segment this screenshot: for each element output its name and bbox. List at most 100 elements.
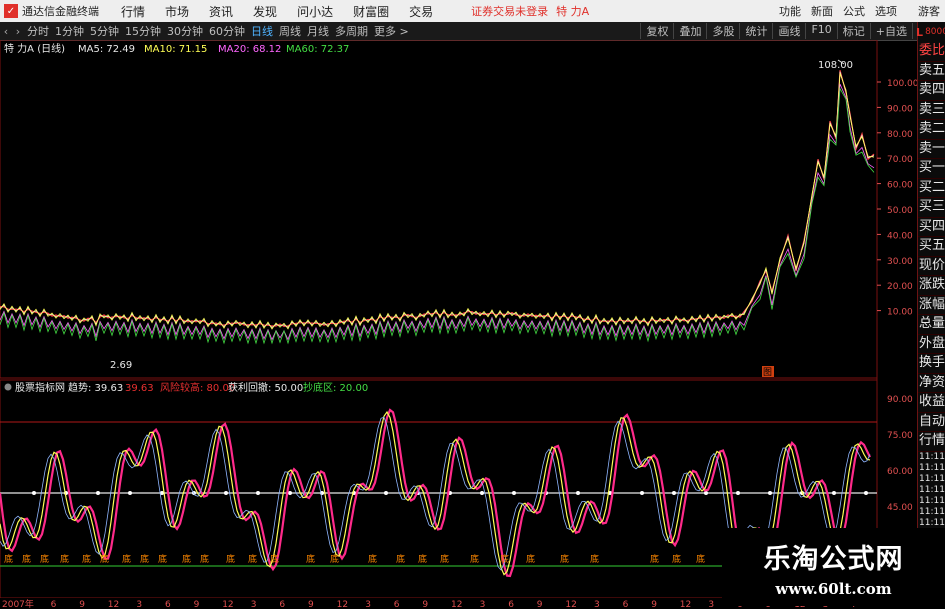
draw-line-button[interactable]: 画线	[772, 23, 805, 39]
menu-trade[interactable]: 交易	[409, 3, 433, 20]
menu-news[interactable]: 资讯	[209, 3, 233, 20]
bottom-marker: 底	[226, 553, 235, 565]
title-right-menu: 功能 新面 公式 选项 游客	[774, 3, 945, 19]
side-item[interactable]: 买一	[918, 159, 945, 179]
side-item[interactable]: 买五	[918, 237, 945, 257]
side-item[interactable]: 买二	[918, 179, 945, 198]
menu-function[interactable]: 功能	[779, 3, 801, 19]
menu-discover[interactable]: 发现	[253, 3, 277, 20]
side-time: 11:11	[919, 462, 945, 473]
period-tab-60min[interactable]: 60分钟	[209, 23, 245, 39]
side-item[interactable]: 收益	[918, 393, 945, 413]
side-item[interactable]: 行情	[918, 432, 945, 452]
restore-rights-button[interactable]: 复权	[640, 23, 673, 39]
menu-wealth[interactable]: 财富圈	[353, 3, 389, 20]
side-item[interactable]: 外盘	[918, 335, 945, 354]
profit-dot	[256, 491, 260, 495]
x-tick: 3	[480, 600, 486, 609]
menu-formula[interactable]: 公式	[843, 3, 865, 19]
side-item[interactable]: 买四	[918, 218, 945, 237]
indicator-settings-icon[interactable]	[4, 383, 12, 391]
multi-stock-button[interactable]: 多股	[706, 23, 739, 39]
side-item[interactable]: 现价	[918, 257, 945, 276]
guest-label[interactable]: 游客	[918, 3, 940, 19]
period-tab-15min[interactable]: 15分钟	[125, 23, 161, 39]
side-time: 11:11	[919, 473, 945, 484]
menu-market[interactable]: 市场	[165, 3, 189, 20]
main-y-tick: 20.00	[887, 282, 913, 292]
side-time: 11:11	[919, 506, 945, 517]
chart-canvas[interactable]: 特 力A (日线) MA5: 72.49 MA10: 71.15 MA20: 6…	[0, 40, 917, 598]
side-item[interactable]: 委比	[918, 42, 945, 62]
side-item[interactable]: 总量	[918, 315, 945, 335]
profit-dot	[640, 491, 644, 495]
price-series	[0, 59, 875, 345]
mark-button[interactable]: 标记	[836, 23, 870, 39]
x-tick: 3	[708, 600, 714, 609]
period-tab-weekly[interactable]: 周线	[279, 23, 301, 39]
bottom-marker: 底	[158, 553, 167, 565]
side-item[interactable]: 卖四	[918, 81, 945, 101]
main-y-tick: 80.00	[887, 130, 913, 140]
profit-dot	[96, 491, 100, 495]
x-tick: 6	[623, 600, 629, 609]
x-tick: 12	[680, 600, 691, 609]
ma60-label: MA60: 72.37	[286, 44, 349, 55]
period-tab-timeshare[interactable]: 分时	[27, 23, 49, 39]
login-warning[interactable]: 证券交易未登录	[471, 3, 548, 19]
side-item[interactable]: 买三	[918, 198, 945, 218]
add-watchlist-button[interactable]: +自选	[869, 23, 912, 39]
side-item[interactable]: 涨幅	[918, 296, 945, 315]
menu-options[interactable]: 选项	[875, 3, 897, 19]
main-y-tick: 100.00	[887, 79, 917, 89]
main-y-tick: 50.00	[887, 206, 913, 216]
profit-dot	[832, 491, 836, 495]
side-item[interactable]: 卖五	[918, 62, 945, 81]
bottom-marker: 底	[560, 553, 569, 565]
period-tab-multi[interactable]: 多周期	[335, 23, 368, 39]
price-line	[0, 71, 875, 328]
menu-market-quotes[interactable]: 行情	[121, 3, 145, 20]
menu-ask[interactable]: 问小达	[297, 3, 333, 20]
bottom-marker: 底	[526, 553, 535, 565]
menu-new-page[interactable]: 新面	[811, 3, 833, 19]
side-item[interactable]: 卖三	[918, 101, 945, 120]
statistics-button[interactable]: 统计	[739, 23, 772, 39]
period-tab-daily[interactable]: 日线	[251, 23, 273, 39]
side-times: 11:11 11:11 11:11 11:11 11:11 11:11 11:11	[918, 452, 945, 529]
back-arrow-icon[interactable]: ‹	[0, 25, 12, 38]
overlay-button[interactable]: 叠加	[673, 23, 706, 39]
bottom-marker: 底	[500, 553, 509, 565]
period-tab-1min[interactable]: 1分钟	[55, 23, 84, 39]
bottom-marker: 底	[650, 553, 659, 565]
f10-button[interactable]: F10	[805, 23, 836, 39]
main-y-tick: 70.00	[887, 155, 913, 165]
quote-side-panel: L 8000 委比卖五卖四卖三卖二卖一买一买二买三买四买五现价涨跌涨幅总量外盘换…	[916, 22, 945, 598]
side-item[interactable]: 换手	[918, 354, 945, 374]
side-time: 11:11	[919, 451, 945, 462]
period-tab-5min[interactable]: 5分钟	[90, 23, 119, 39]
side-item[interactable]: 卖一	[918, 140, 945, 159]
app-title: 通达信金融终端	[22, 5, 99, 18]
side-item[interactable]: 涨跌	[918, 276, 945, 296]
x-tick: 6	[279, 600, 285, 609]
side-item[interactable]: 卖二	[918, 120, 945, 140]
side-panel-header: L 8000	[916, 22, 945, 42]
period-tab-30min[interactable]: 30分钟	[167, 23, 203, 39]
side-item[interactable]: 净资	[918, 374, 945, 393]
period-tab-monthly[interactable]: 月线	[307, 23, 329, 39]
main-y-tick: 10.00	[887, 308, 913, 318]
forward-arrow-icon[interactable]: ›	[12, 25, 24, 38]
profit-dot	[32, 491, 36, 495]
side-time: 11:11	[919, 517, 945, 528]
side-item[interactable]: 自动	[918, 413, 945, 432]
indicator-profit-label: 获利回撤: 50.00	[228, 381, 303, 394]
bottom-marker: 底	[122, 553, 131, 565]
side-top-label: L	[916, 25, 924, 39]
price-line	[0, 73, 875, 330]
ma10-label: MA10: 71.15	[144, 44, 207, 55]
bottom-marker: 底	[418, 553, 427, 565]
x-tick: 9	[308, 600, 314, 609]
period-tab-more[interactable]: 更多 >	[374, 23, 409, 39]
profit-dot	[512, 491, 516, 495]
